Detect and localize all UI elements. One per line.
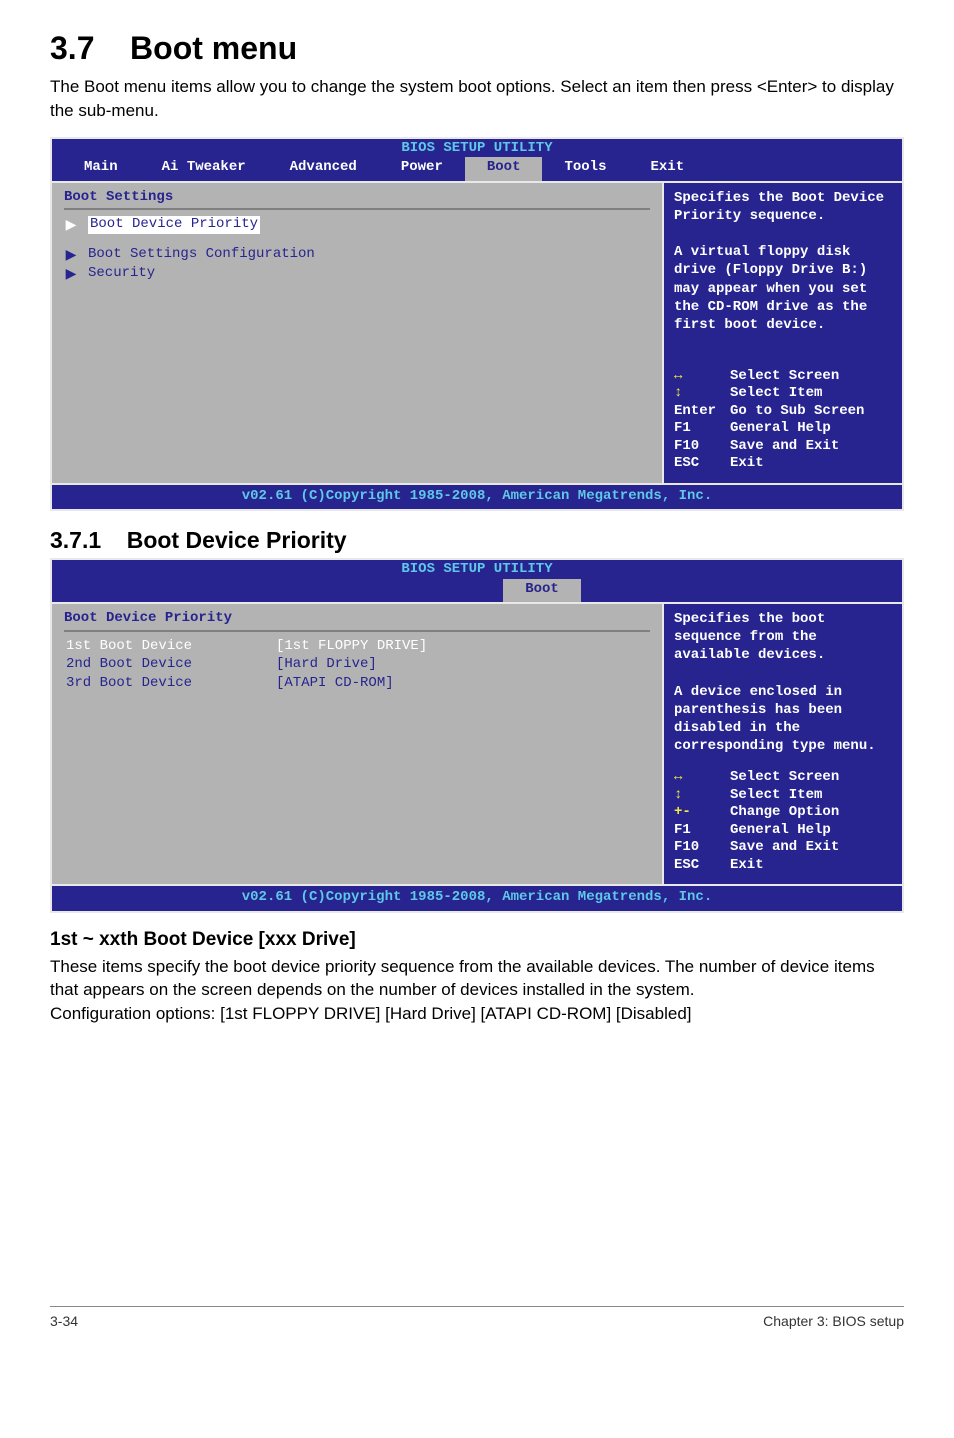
pointer-icon: ▶ — [64, 216, 78, 234]
bios-footer: v02.61 (C)Copyright 1985-2008, American … — [52, 483, 902, 510]
nav-select-item: Select Item — [730, 787, 822, 805]
list-item[interactable]: ▶ Boot Settings Configuration — [64, 246, 650, 264]
nav-save-exit: Save and Exit — [730, 839, 839, 857]
nav-exit: Exit — [730, 857, 764, 875]
bios-title: BIOS SETUP UTILITY — [52, 560, 902, 579]
boot-dev-2-value: [Hard Drive] — [276, 656, 377, 674]
section-intro: The Boot menu items allow you to change … — [50, 75, 904, 123]
list-item[interactable]: 1st Boot Device [1st FLOPPY DRIVE] — [66, 638, 650, 656]
list-item[interactable]: ▶ Boot Device Priority — [64, 216, 650, 234]
tab-tools[interactable]: Tools — [542, 157, 628, 181]
arrows-horizontal-icon: ↔ — [674, 368, 720, 386]
tab-advanced[interactable]: Advanced — [268, 157, 379, 181]
nav-save-exit: Save and Exit — [730, 438, 839, 456]
chapter-label: Chapter 3: BIOS setup — [763, 1313, 904, 1329]
page-footer: 3-34 Chapter 3: BIOS setup — [50, 1306, 904, 1329]
f1-key-label: F1 — [674, 420, 720, 438]
bios-tab-bar: Main Ai Tweaker Advanced Power Boot Tool… — [52, 157, 902, 181]
item-security: Security — [88, 265, 155, 283]
tab-ai-tweaker[interactable]: Ai Tweaker — [140, 157, 268, 181]
nav-general-help: General Help — [730, 420, 831, 438]
configuration-options: Configuration options: [1st FLOPPY DRIVE… — [50, 1002, 904, 1026]
bios-screen-boot-settings: BIOS SETUP UTILITY Main Ai Tweaker Advan… — [50, 137, 904, 512]
list-item[interactable]: ▶ Security — [64, 265, 650, 283]
section-number: 3.7 — [50, 30, 94, 66]
nav-select-item: Select Item — [730, 385, 822, 403]
boot-device-priority-heading: Boot Device Priority — [64, 610, 650, 628]
help-text: Specifies the Boot Device Priority seque… — [674, 189, 892, 335]
arrows-vertical-icon: ↕ — [674, 385, 720, 403]
nav-hints: ↔ Select Screen ↕ Select Item +- Change Opt… — [674, 769, 892, 874]
bios-left-panel: Boot Settings ▶ Boot Device Priority ▶ B… — [52, 183, 662, 483]
nav-exit: Exit — [730, 455, 764, 473]
separator — [64, 208, 650, 210]
tab-boot[interactable]: Boot — [465, 157, 543, 181]
boot-device-item-heading: 1st ~ xxth Boot Device [xxx Drive] — [50, 929, 904, 951]
f10-key-label: F10 — [674, 839, 720, 857]
esc-key-label: ESC — [674, 455, 720, 473]
nav-select-screen: Select Screen — [730, 769, 839, 787]
pointer-icon: ▶ — [64, 246, 78, 264]
bios-footer: v02.61 (C)Copyright 1985-2008, American … — [52, 884, 902, 911]
item-boot-device-priority: Boot Device Priority — [88, 216, 260, 234]
plus-minus-icon: +- — [674, 804, 720, 822]
arrows-vertical-icon: ↕ — [674, 787, 720, 805]
bios-left-panel: Boot Device Priority 1st Boot Device [1s… — [52, 604, 662, 884]
enter-key-label: Enter — [674, 403, 720, 421]
nav-sub-screen: Go to Sub Screen — [730, 403, 864, 421]
tab-main[interactable]: Main — [62, 157, 140, 181]
arrows-horizontal-icon: ↔ — [674, 769, 720, 787]
bios-screen-boot-device-priority: BIOS SETUP UTILITY Boot Boot Device Prio… — [50, 558, 904, 913]
nav-change-option: Change Option — [730, 804, 839, 822]
boot-dev-1-value: [1st FLOPPY DRIVE] — [276, 638, 427, 656]
subsection-number: 3.7.1 — [50, 527, 101, 553]
tab-boot[interactable]: Boot — [503, 579, 581, 603]
bios-right-panel: Specifies the boot sequence from the ava… — [662, 604, 902, 884]
list-item[interactable]: 3rd Boot Device [ATAPI CD-ROM] — [66, 675, 650, 693]
nav-select-screen: Select Screen — [730, 368, 839, 386]
boot-device-description: These items specify the boot device prio… — [50, 955, 904, 1003]
bios-tab-bar: Boot — [52, 579, 902, 603]
esc-key-label: ESC — [674, 857, 720, 875]
boot-settings-heading: Boot Settings — [64, 189, 650, 207]
f1-key-label: F1 — [674, 822, 720, 840]
subsection-heading: 3.7.1 Boot Device Priority — [50, 527, 904, 554]
f10-key-label: F10 — [674, 438, 720, 456]
nav-hints: ↔ Select Screen ↕ Select Item Enter Go to S… — [674, 368, 892, 473]
boot-dev-1-label: 1st Boot Device — [66, 638, 256, 656]
section-heading: 3.7 Boot menu — [50, 30, 904, 67]
page-number: 3-34 — [50, 1313, 78, 1329]
tab-power[interactable]: Power — [379, 157, 465, 181]
bios-right-panel: Specifies the Boot Device Priority seque… — [662, 183, 902, 483]
boot-dev-2-label: 2nd Boot Device — [66, 656, 256, 674]
pointer-icon: ▶ — [64, 265, 78, 283]
subsection-title: Boot Device Priority — [127, 527, 347, 553]
separator — [64, 630, 650, 632]
boot-dev-3-label: 3rd Boot Device — [66, 675, 256, 693]
section-title-text: Boot menu — [130, 30, 297, 66]
help-text: Specifies the boot sequence from the ava… — [674, 610, 892, 756]
item-boot-settings-config: Boot Settings Configuration — [88, 246, 315, 264]
bios-title: BIOS SETUP UTILITY — [52, 139, 902, 158]
nav-general-help: General Help — [730, 822, 831, 840]
boot-dev-3-value: [ATAPI CD-ROM] — [276, 675, 394, 693]
tab-exit[interactable]: Exit — [628, 157, 706, 181]
list-item[interactable]: 2nd Boot Device [Hard Drive] — [66, 656, 650, 674]
